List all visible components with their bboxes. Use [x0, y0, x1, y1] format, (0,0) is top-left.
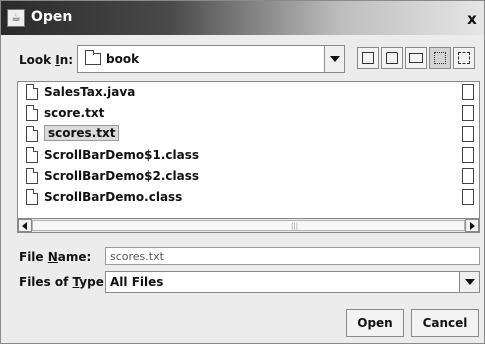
close-button[interactable]: x	[464, 11, 480, 27]
file-icon	[26, 189, 38, 205]
file-icon[interactable]	[462, 126, 474, 142]
scroll-left-button[interactable]	[18, 219, 32, 232]
file-icon[interactable]	[462, 189, 474, 205]
file-name: ScrollBarDemo.class	[44, 190, 183, 204]
file-icon[interactable]	[462, 147, 474, 163]
file-name: ScrollBarDemo$2.class	[44, 169, 200, 183]
details-view-icon	[458, 52, 470, 64]
files-of-type-value: All Files	[110, 275, 164, 289]
chevron-down-icon[interactable]	[324, 46, 344, 72]
cancel-button[interactable]: Cancel	[411, 309, 479, 337]
new-folder-icon	[409, 53, 423, 63]
scroll-right-button[interactable]	[465, 219, 479, 232]
file-list[interactable]: SalesTax.java score.txt scores.txt Scrol…	[17, 81, 480, 233]
file-icon	[26, 168, 38, 184]
folder-icon	[85, 50, 101, 65]
file-name: SalesTax.java	[44, 85, 136, 99]
file-icon[interactable]	[462, 105, 474, 121]
up-folder-icon	[362, 52, 374, 64]
details-view-button[interactable]	[453, 47, 475, 69]
list-view-button[interactable]	[429, 47, 451, 69]
list-view-icon	[434, 52, 446, 64]
files-of-type-combo[interactable]: All Files	[105, 271, 480, 293]
chevron-down-icon[interactable]	[459, 272, 479, 292]
file-icon[interactable]	[462, 168, 474, 184]
file-name: scores.txt	[44, 125, 120, 141]
dialog-title: Open	[31, 9, 73, 25]
open-button[interactable]: Open	[346, 309, 404, 337]
file-name-label: File Name:	[19, 250, 92, 264]
file-icon[interactable]	[462, 84, 474, 100]
file-icon	[26, 105, 38, 121]
up-one-level-button[interactable]	[357, 47, 379, 69]
look-in-combo[interactable]: book	[77, 45, 345, 73]
file-icon	[26, 147, 38, 163]
home-button[interactable]	[381, 47, 403, 69]
file-icon	[26, 126, 38, 142]
open-dialog: ☕ Open x Look In: book SalesTax.java sco…	[0, 0, 485, 344]
file-name-input[interactable]	[105, 247, 480, 265]
scrollbar-thumb[interactable]: |||	[32, 220, 465, 231]
file-name: score.txt	[44, 106, 105, 120]
look-in-label: Look In:	[19, 53, 74, 67]
file-icon	[26, 84, 38, 100]
horizontal-scrollbar[interactable]: |||	[18, 218, 479, 232]
new-folder-button[interactable]	[405, 47, 427, 69]
grip-icon: |||	[291, 222, 299, 230]
title-bar[interactable]: ☕ Open x	[1, 1, 484, 35]
look-in-value: book	[106, 52, 140, 66]
java-cup-icon: ☕	[7, 9, 25, 27]
home-icon	[386, 52, 398, 64]
files-of-type-label: Files of Type:	[19, 275, 109, 289]
file-name: ScrollBarDemo$1.class	[44, 148, 200, 162]
